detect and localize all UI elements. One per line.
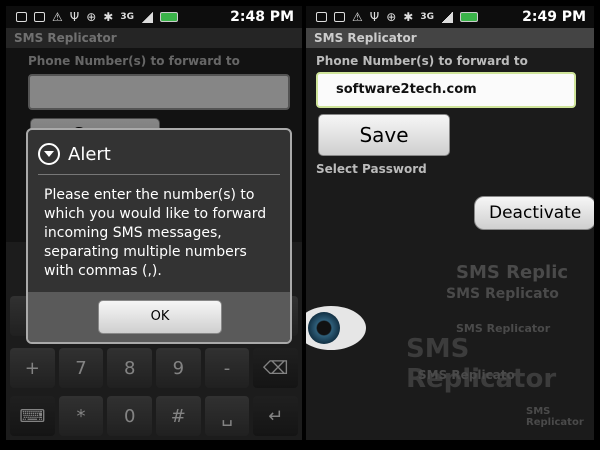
dialog-message: Please enter the number(s) to which you … (44, 187, 267, 279)
left-phone-screen: ⚠ Ψ ⊕ ✱ 3G 2:48 PM SMS Replicator Phone … (6, 6, 302, 440)
status-bar: ⚠ Ψ ⊕ ✱ 3G 2:48 PM (6, 6, 302, 28)
screenshot-frame: ⚠ Ψ ⊕ ✱ 3G 2:48 PM SMS Replicator Phone … (0, 0, 600, 450)
dialog-title: Alert (68, 143, 111, 165)
status-bar: ⚠ Ψ ⊕ ✱ 3G 2:49 PM (306, 6, 594, 28)
phone-number-input[interactable]: software2tech.com (316, 72, 576, 108)
signal-icon (141, 11, 153, 23)
bluetooth-icon: ✱ (403, 10, 414, 24)
right-phone-screen: ⚠ Ψ ⊕ ✱ 3G 2:49 PM SMS Replicator SMS Re… (306, 6, 594, 440)
eye-iris (308, 312, 340, 344)
signal-icon (441, 11, 453, 23)
clock: 2:49 PM (522, 9, 586, 25)
3g-icon: 3G (420, 12, 434, 22)
background-text: SMS Replicato (446, 286, 559, 302)
phone-number-label: Phone Number(s) to forward to (316, 54, 528, 68)
usb-icon: Ψ (369, 10, 380, 24)
3g-icon: 3G (120, 12, 134, 22)
message-icon (34, 12, 45, 22)
dialog-footer: OK (28, 292, 290, 342)
app-title: SMS Replicator (306, 28, 594, 48)
battery-icon (460, 12, 478, 22)
deactivate-button[interactable]: Deactivate (474, 196, 594, 230)
usb-icon: Ψ (69, 10, 80, 24)
alert-dialog: Alert Please enter the number(s) to whic… (26, 128, 292, 344)
background-text: SMS Replicato (418, 368, 515, 382)
select-password-label: Select Password (316, 162, 427, 176)
sd-card-icon (16, 12, 27, 22)
background-text: SMS Replicator (406, 334, 557, 394)
message-icon (334, 12, 345, 22)
gps-icon: ⊕ (86, 10, 97, 24)
dialog-header: Alert (38, 140, 280, 168)
gps-icon: ⊕ (386, 10, 397, 24)
eye-logo-icon (306, 306, 366, 350)
clock: 2:48 PM (230, 9, 294, 25)
ok-button[interactable]: OK (98, 300, 222, 334)
dialog-divider (38, 174, 280, 175)
battery-icon (160, 12, 178, 22)
alert-icon: ⚠ (352, 10, 363, 24)
background-text: SMS Replic (456, 262, 569, 283)
alert-icon: ⚠ (52, 10, 63, 24)
save-button[interactable]: Save (318, 114, 450, 156)
bluetooth-icon: ✱ (103, 10, 114, 24)
sd-card-icon (316, 12, 327, 22)
background-text: SMS Replicator (526, 406, 584, 428)
chevron-down-circle-icon (38, 143, 60, 165)
